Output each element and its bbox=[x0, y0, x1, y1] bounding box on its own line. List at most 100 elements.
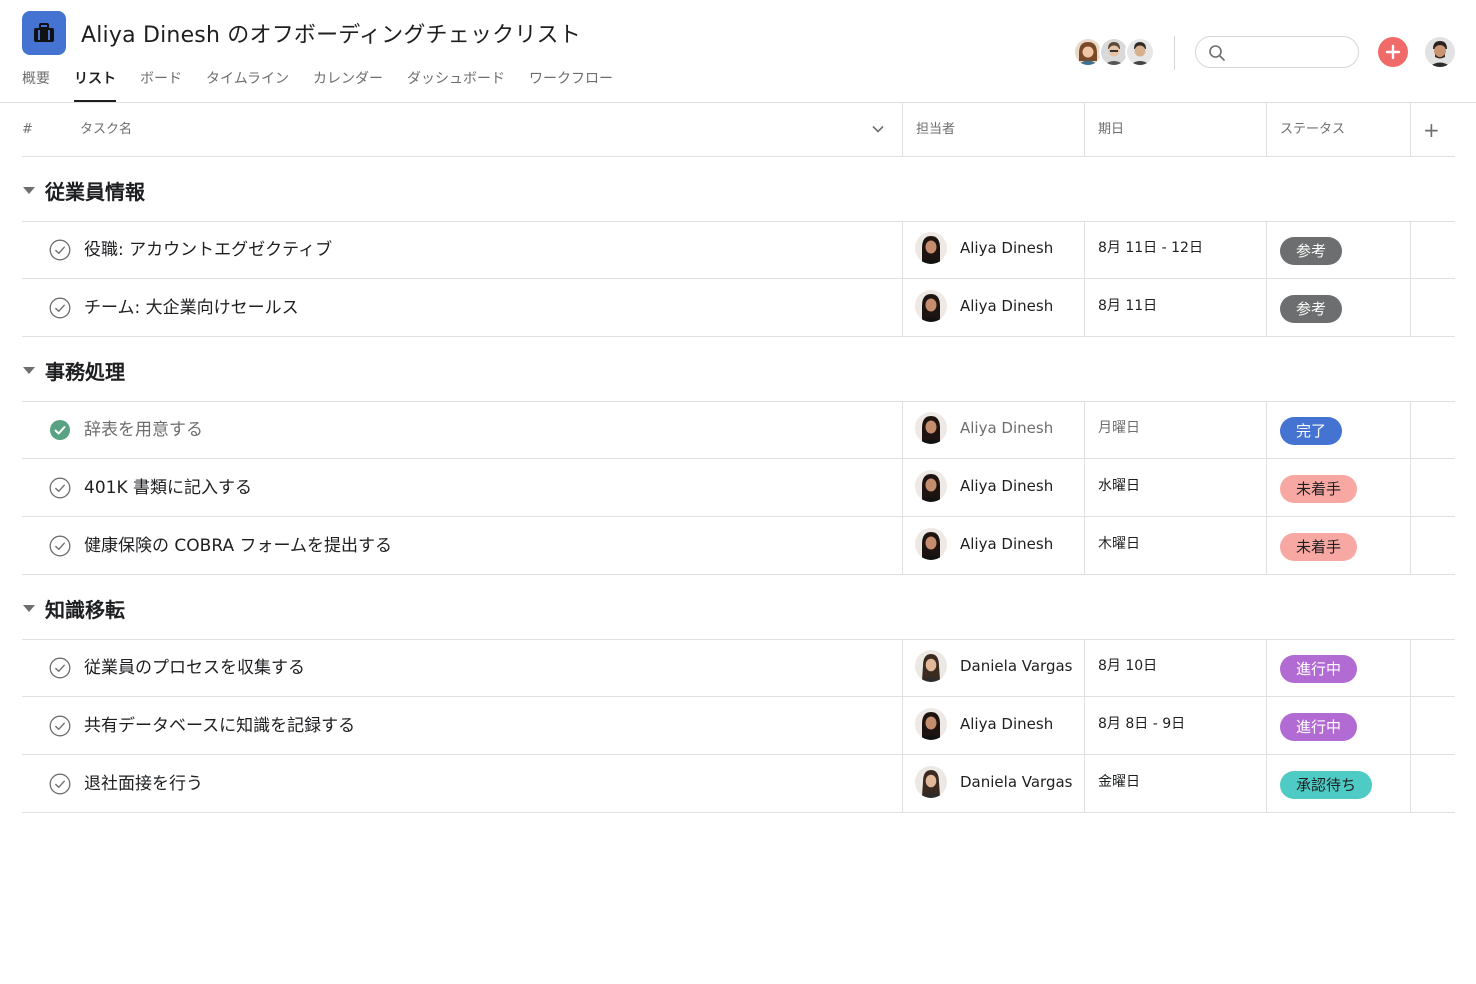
assignee-name[interactable]: Aliya Dinesh bbox=[960, 517, 1053, 571]
assignee-name[interactable]: Aliya Dinesh bbox=[960, 279, 1053, 333]
column-divider bbox=[902, 517, 903, 575]
check-circle-icon[interactable] bbox=[49, 477, 71, 499]
column-divider bbox=[1084, 755, 1085, 813]
tab-calendar[interactable]: カレンダー bbox=[313, 64, 383, 102]
status-badge[interactable]: 参考 bbox=[1280, 295, 1343, 323]
assignee-name[interactable]: Daniela Vargas bbox=[960, 639, 1073, 693]
assignee-avatar[interactable] bbox=[915, 290, 947, 322]
status-badge[interactable]: 進行中 bbox=[1280, 655, 1358, 683]
due-date[interactable]: 月曜日 bbox=[1098, 401, 1140, 455]
column-divider bbox=[1410, 459, 1411, 517]
column-divider bbox=[902, 697, 903, 755]
task-name[interactable]: 共有データベースに知識を記録する bbox=[84, 697, 355, 755]
task-row[interactable]: チーム: 大企業向けセールス Aliya Dinesh 8月 11日 参考 bbox=[22, 279, 1455, 337]
tab-board[interactable]: ボード bbox=[140, 64, 182, 102]
project-title[interactable]: Aliya Dinesh のオフボーディングチェックリスト bbox=[81, 17, 581, 49]
section-header[interactable]: 従業員情報 bbox=[22, 175, 145, 205]
tab-dashboard[interactable]: ダッシュボード bbox=[407, 64, 505, 102]
column-divider bbox=[1084, 639, 1085, 697]
task-row[interactable]: 役職: アカウントエグゼクティブ Aliya Dinesh 8月 11日 - 12日… bbox=[22, 221, 1455, 279]
check-circle-filled-icon[interactable] bbox=[49, 419, 71, 441]
assignee-avatar[interactable] bbox=[915, 766, 947, 798]
member-avatar[interactable] bbox=[1125, 37, 1155, 67]
task-row[interactable]: 退社面接を行う Daniela Vargas 金曜日 承認待ち bbox=[22, 755, 1455, 813]
column-divider bbox=[1084, 279, 1085, 337]
assignee-name[interactable]: Aliya Dinesh bbox=[960, 401, 1053, 455]
column-divider bbox=[902, 401, 903, 459]
check-circle-icon[interactable] bbox=[49, 297, 71, 319]
section-header[interactable]: 知識移転 bbox=[22, 593, 125, 623]
caret-down-icon[interactable] bbox=[23, 186, 35, 194]
task-row[interactable]: 辞表を用意する Aliya Dinesh 月曜日 完了 bbox=[22, 401, 1455, 459]
check-circle-icon[interactable] bbox=[49, 773, 71, 795]
assignee-avatar[interactable] bbox=[915, 470, 947, 502]
assignee-name[interactable]: Daniela Vargas bbox=[960, 755, 1073, 809]
status-badge[interactable]: 未着手 bbox=[1280, 475, 1358, 503]
check-circle-icon[interactable] bbox=[49, 239, 71, 261]
due-date[interactable]: 8月 11日 - 12日 bbox=[1098, 221, 1203, 275]
assignee-name[interactable]: Aliya Dinesh bbox=[960, 221, 1053, 275]
caret-down-icon[interactable] bbox=[23, 366, 35, 374]
status-badge[interactable]: 未着手 bbox=[1280, 533, 1358, 561]
column-divider bbox=[1410, 755, 1411, 813]
section-title: 従業員情報 bbox=[45, 179, 145, 204]
due-date[interactable]: 8月 11日 bbox=[1098, 279, 1157, 333]
assignee-avatar[interactable] bbox=[915, 412, 947, 444]
status-badge[interactable]: 承認待ち bbox=[1280, 771, 1373, 799]
status-badge[interactable]: 参考 bbox=[1280, 237, 1343, 265]
task-row[interactable]: 健康保険の COBRA フォームを提出する Aliya Dinesh 木曜日 未着手 bbox=[22, 517, 1455, 575]
due-date[interactable]: 木曜日 bbox=[1098, 517, 1140, 571]
check-circle-icon[interactable] bbox=[49, 535, 71, 557]
task-row[interactable]: 従業員のプロセスを収集する Daniela Vargas 8月 10日 進行中 bbox=[22, 639, 1455, 697]
section-header[interactable]: 事務処理 bbox=[22, 355, 125, 385]
task-name[interactable]: 401K 書類に記入する bbox=[84, 459, 252, 517]
task-name[interactable]: 健康保険の COBRA フォームを提出する bbox=[84, 517, 392, 575]
task-name[interactable]: 従業員のプロセスを収集する bbox=[84, 639, 305, 697]
due-date[interactable]: 8月 8日 - 9日 bbox=[1098, 697, 1185, 751]
project-icon[interactable] bbox=[22, 11, 66, 55]
column-divider bbox=[902, 459, 903, 517]
check-circle-icon[interactable] bbox=[49, 657, 71, 679]
assignee-avatar[interactable] bbox=[915, 232, 947, 264]
header-row-divider bbox=[22, 156, 1455, 157]
due-date[interactable]: 8月 10日 bbox=[1098, 639, 1157, 693]
tab-list[interactable]: リスト bbox=[74, 64, 116, 102]
status-badge[interactable]: 進行中 bbox=[1280, 713, 1358, 741]
tab-workflow[interactable]: ワークフロー bbox=[529, 64, 613, 102]
assignee-avatar[interactable] bbox=[915, 528, 947, 560]
row-divider bbox=[22, 336, 1455, 337]
task-name[interactable]: 退社面接を行う bbox=[84, 755, 203, 813]
column-divider bbox=[1266, 639, 1267, 697]
column-task-name[interactable]: タスク名 bbox=[80, 103, 132, 157]
status-badge[interactable]: 完了 bbox=[1280, 417, 1343, 445]
column-divider bbox=[1410, 697, 1411, 755]
assignee-avatar[interactable] bbox=[915, 650, 947, 682]
user-avatar[interactable] bbox=[1425, 37, 1455, 67]
task-row[interactable]: 共有データベースに知識を記録する Aliya Dinesh 8月 8日 - 9日 進行… bbox=[22, 697, 1455, 755]
due-date[interactable]: 金曜日 bbox=[1098, 755, 1140, 809]
task-name[interactable]: 辞表を用意する bbox=[84, 401, 203, 459]
chevron-down-icon[interactable] bbox=[872, 125, 884, 133]
tab-timeline[interactable]: タイムライン bbox=[206, 64, 289, 102]
row-divider bbox=[22, 812, 1455, 813]
task-row[interactable]: 401K 書類に記入する Aliya Dinesh 水曜日 未着手 bbox=[22, 459, 1455, 517]
check-circle-icon[interactable] bbox=[49, 715, 71, 737]
column-status[interactable]: ステータス bbox=[1280, 103, 1345, 157]
column-divider bbox=[1084, 697, 1085, 755]
search-input[interactable] bbox=[1195, 36, 1359, 68]
tab-overview[interactable]: 概要 bbox=[22, 64, 50, 102]
assignee-name[interactable]: Aliya Dinesh bbox=[960, 697, 1053, 751]
column-due-date[interactable]: 期日 bbox=[1098, 103, 1124, 157]
project-members[interactable] bbox=[1073, 37, 1155, 67]
assignee-name[interactable]: Aliya Dinesh bbox=[960, 459, 1053, 513]
task-name[interactable]: チーム: 大企業向けセールス bbox=[84, 279, 299, 337]
caret-down-icon[interactable] bbox=[23, 604, 35, 612]
due-date[interactable]: 水曜日 bbox=[1098, 459, 1140, 513]
task-name[interactable]: 役職: アカウントエグゼクティブ bbox=[84, 221, 332, 279]
column-divider bbox=[1410, 401, 1411, 459]
add-column-button[interactable]: + bbox=[1423, 103, 1440, 157]
column-assignee[interactable]: 担当者 bbox=[916, 103, 955, 157]
search-icon bbox=[1209, 45, 1225, 61]
add-button[interactable] bbox=[1378, 37, 1408, 67]
assignee-avatar[interactable] bbox=[915, 708, 947, 740]
